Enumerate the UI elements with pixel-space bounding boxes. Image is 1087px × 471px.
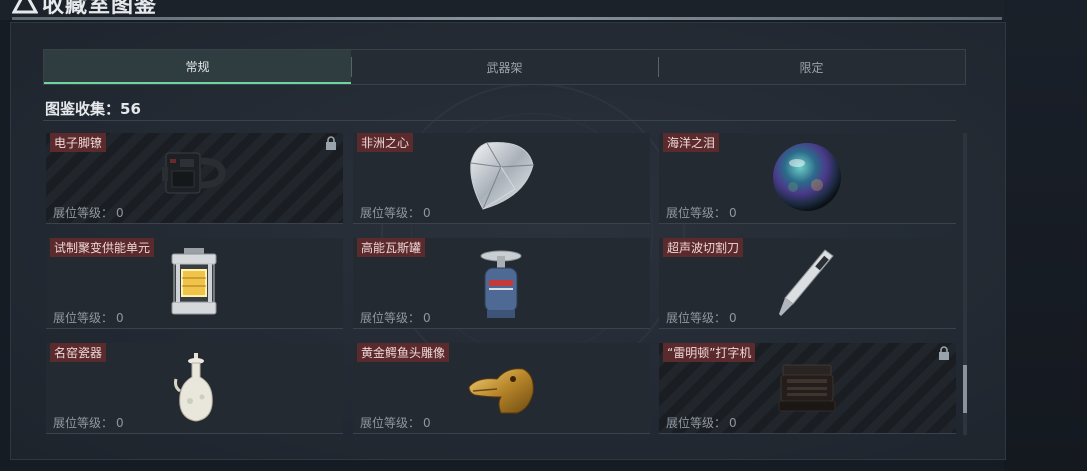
item-level: 展位等级： 0 xyxy=(663,309,737,326)
tab-limited[interactable]: 限定 xyxy=(658,50,965,84)
item-name: 试制聚变供能单元 xyxy=(50,238,155,257)
ankle-monitor-icon xyxy=(162,152,226,194)
level-value: 0 xyxy=(116,206,124,220)
gold-crocodile-icon xyxy=(468,368,534,414)
level-label: 展位等级： xyxy=(666,206,727,220)
gas-canister-icon xyxy=(480,250,522,318)
item-name: 电子脚镣 xyxy=(50,133,107,152)
collection-count: 图鉴收集：56 xyxy=(45,98,141,119)
item-level: 展位等级： 0 xyxy=(50,309,124,326)
item-name: 高能瓦斯罐 xyxy=(357,238,426,257)
item-card-gas-canister[interactable]: 高能瓦斯罐 展位等级： 0 xyxy=(353,238,650,329)
level-value: 0 xyxy=(423,206,431,220)
level-value: 0 xyxy=(729,311,737,325)
item-card-remington-typewriter[interactable]: “雷明顿”打字机 展位等级： 0 xyxy=(659,343,956,434)
title-bar: 收藏室图鉴 xyxy=(0,0,1004,20)
typewriter-icon xyxy=(778,364,836,412)
collection-divider xyxy=(43,120,956,121)
item-card-ultrasonic-knife[interactable]: 超声波切割刀 展位等级： 0 xyxy=(659,238,956,329)
item-card-porcelain[interactable]: 名窑瓷器 展位等级： 0 xyxy=(46,343,343,434)
item-card-ankle-monitor[interactable]: 电子脚镣 展位等级： 0 xyxy=(46,133,343,224)
item-name: 非洲之心 xyxy=(357,133,414,152)
diamond-icon xyxy=(470,141,534,210)
level-value: 0 xyxy=(116,416,124,430)
warning-triangle-icon xyxy=(12,0,38,14)
item-card-fusion-cell[interactable]: 试制聚变供能单元 展位等级： 0 xyxy=(46,238,343,329)
title-divider xyxy=(12,17,1002,20)
item-name: 黄金鳄鱼头雕像 xyxy=(357,343,450,362)
collection-label: 图鉴收集： xyxy=(45,100,121,118)
background-right xyxy=(1004,0,1087,471)
item-level: 展位等级： 0 xyxy=(50,414,124,431)
item-card-tear-of-ocean[interactable]: 海洋之泪 展位等级： 0 xyxy=(659,133,956,224)
level-value: 0 xyxy=(729,416,737,430)
item-level: 展位等级： 0 xyxy=(663,204,737,221)
level-label: 展位等级： xyxy=(360,416,421,430)
item-name: 名窑瓷器 xyxy=(50,343,107,362)
item-grid: 电子脚镣 展位等级： 0 非洲之心 展位等级： 0 海洋之泪 展位等级： 0 试… xyxy=(46,133,956,435)
item-name: 超声波切割刀 xyxy=(663,238,744,257)
level-label: 展位等级： xyxy=(666,416,727,430)
item-level: 展位等级： 0 xyxy=(663,414,737,431)
level-label: 展位等级： xyxy=(360,311,421,325)
item-card-gold-crocodile[interactable]: 黄金鳄鱼头雕像 展位等级： 0 xyxy=(353,343,650,434)
item-level: 展位等级： 0 xyxy=(357,309,431,326)
pearl-orb-icon xyxy=(773,143,841,211)
level-value: 0 xyxy=(423,311,431,325)
level-label: 展位等级： xyxy=(53,416,114,430)
level-label: 展位等级： xyxy=(666,311,727,325)
porcelain-vase-icon xyxy=(174,353,213,422)
level-value: 0 xyxy=(423,416,431,430)
lock-icon xyxy=(326,136,336,150)
fusion-cell-icon xyxy=(171,248,217,315)
item-level: 展位等级： 0 xyxy=(357,204,431,221)
tab-regular[interactable]: 常规 xyxy=(44,50,351,84)
level-label: 展位等级： xyxy=(53,206,114,220)
category-tabs: 常规 武器架 限定 xyxy=(43,49,966,85)
level-value: 0 xyxy=(729,206,737,220)
item-name: “雷明顿”打字机 xyxy=(663,343,756,362)
lock-icon xyxy=(939,346,949,360)
ultrasonic-knife-icon xyxy=(779,249,834,316)
item-level: 展位等级： 0 xyxy=(357,414,431,431)
collection-number: 56 xyxy=(120,100,141,118)
item-level: 展位等级： 0 xyxy=(50,204,124,221)
item-card-heart-of-africa[interactable]: 非洲之心 展位等级： 0 xyxy=(353,133,650,224)
scrollbar-thumb[interactable] xyxy=(963,365,967,413)
tab-weapon-rack[interactable]: 武器架 xyxy=(351,50,658,84)
item-name: 海洋之泪 xyxy=(663,133,720,152)
level-label: 展位等级： xyxy=(360,206,421,220)
level-label: 展位等级： xyxy=(53,311,114,325)
level-value: 0 xyxy=(116,311,124,325)
